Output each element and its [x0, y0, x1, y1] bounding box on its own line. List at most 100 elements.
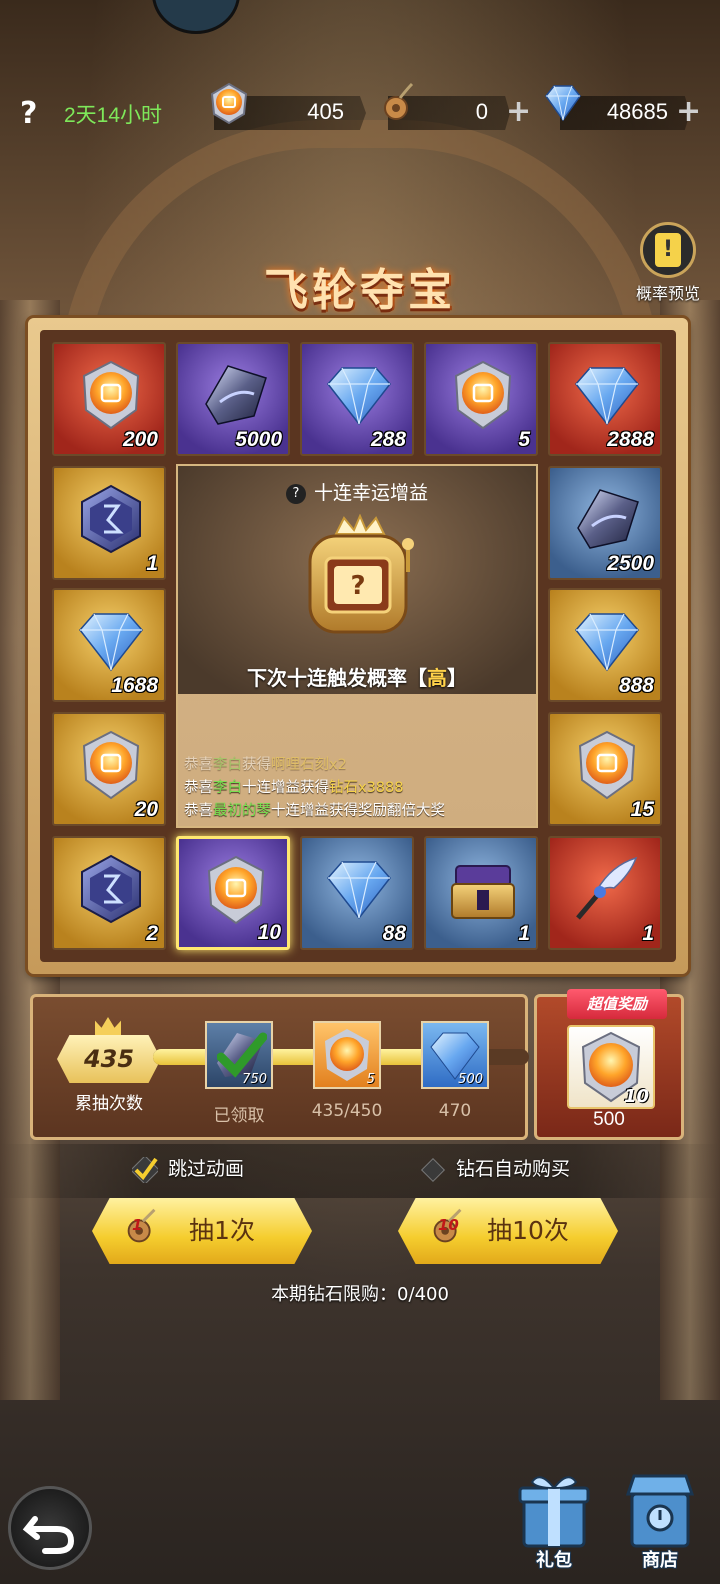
prize-cell[interactable]: 1688	[52, 588, 166, 702]
prize-cell[interactable]: 5000	[176, 342, 290, 456]
prize-count: 15	[630, 798, 654, 821]
unchecked-box-icon	[420, 1157, 446, 1182]
prize-cell[interactable]: 20	[52, 712, 166, 826]
prize-cell[interactable]: 1	[548, 836, 662, 950]
prize-count: 20	[134, 798, 158, 821]
prize-count: 1688	[111, 674, 158, 697]
page-title: 飞轮夺宝	[264, 266, 456, 315]
options-bar	[0, 1144, 720, 1198]
back-arrow-icon	[22, 1516, 75, 1554]
prize-cell[interactable]: 2500	[548, 466, 662, 580]
draw-count-badge: 435	[57, 1035, 161, 1083]
boost-title: ? 十连幸运增益	[178, 478, 536, 505]
boost-help-button[interactable]: ?	[285, 483, 306, 504]
milestone-470-label: 470	[438, 1101, 472, 1121]
prize-count: 200	[122, 428, 158, 451]
prize-count: 288	[370, 428, 406, 451]
win-feed-row: 恭喜李白十连增益获得钻石x3888	[184, 780, 404, 796]
back-button[interactable]	[8, 1486, 92, 1570]
prize-cell[interactable]: 88	[300, 836, 414, 950]
add-key-button[interactable]: +	[506, 94, 531, 129]
auto-buy-toggle[interactable]: 钻石自动购买	[420, 1154, 570, 1190]
orb-token-icon	[82, 360, 140, 430]
prize-cell[interactable]: 200	[52, 342, 166, 456]
prize-cell[interactable]: 2	[52, 836, 166, 950]
prize-cell[interactable]: 1	[424, 836, 538, 950]
shop-icon	[625, 1474, 695, 1548]
bonus-reward[interactable]: 超值奖励 10 500	[534, 989, 684, 1140]
draw-count-label: 累抽次数	[75, 1094, 143, 1114]
svg-text:?: ?	[350, 571, 365, 601]
bonus-tag: 超值奖励	[567, 989, 667, 1019]
draw-ten-button[interactable]: 10 抽10次	[398, 1198, 618, 1264]
win-feed-row: 恭喜李白获得啊哩石刻x2	[184, 757, 347, 773]
prize-cell[interactable]: 10	[176, 836, 290, 950]
diamond-icon	[327, 367, 391, 426]
orb-token-icon	[578, 730, 636, 800]
milestone-450-label: 435/450	[311, 1101, 383, 1121]
prize-cell[interactable]: 15	[548, 712, 662, 826]
bonus-value: 500	[593, 1109, 625, 1130]
draw-cost: 10	[426, 1206, 470, 1254]
gift-pack-button[interactable]: 礼包	[514, 1466, 594, 1576]
rune-stone-icon	[81, 484, 141, 554]
resource-diamond-value: 48685	[606, 99, 668, 124]
prize-cell[interactable]: 5	[424, 342, 538, 456]
prize-count: 1	[518, 922, 530, 945]
add-diamond-button[interactable]: +	[676, 94, 701, 129]
prize-count: 888	[618, 674, 654, 697]
orb-token-icon	[210, 82, 248, 125]
draw-cost: 1	[120, 1206, 164, 1254]
gift-box-icon	[518, 1476, 590, 1548]
shop-button[interactable]: 商店	[620, 1466, 700, 1576]
prize-count: 1	[642, 922, 654, 945]
diamond-icon	[545, 85, 581, 122]
orb-token-icon	[454, 360, 512, 430]
lucky-boost-panel: ? 十连幸运增益 ? 下次十连触发概率【高】 恭喜李白获得啊哩石刻x2 恭喜李白十…	[176, 464, 538, 828]
orb-token-icon	[207, 855, 265, 925]
prize-cell[interactable]: 288	[300, 342, 414, 456]
prize-count: 5	[518, 428, 530, 451]
crown-icon	[95, 1017, 121, 1035]
treasure-chest-icon	[451, 865, 515, 919]
diamond-icon	[575, 367, 639, 426]
card-icon: !	[640, 222, 696, 278]
feather-blade-icon	[576, 856, 638, 920]
milestone-470[interactable]: 500	[421, 1021, 489, 1089]
prize-count: 2	[146, 922, 158, 945]
dark-crystal-icon	[205, 365, 267, 425]
draw-once-button[interactable]: 1 抽1次	[92, 1198, 312, 1264]
win-feed: 恭喜李白获得啊哩石刻x2 恭喜李白十连增益获得钻石x3888 恭喜最初的琴十连增…	[184, 754, 534, 823]
win-feed-row: 恭喜最初的琴十连增益获得奖励翻倍大奖	[184, 803, 445, 819]
event-timer: 2天14小时	[64, 104, 163, 127]
rune-stone-icon	[81, 854, 141, 924]
dark-crystal-icon	[577, 489, 639, 549]
slot-machine-icon: ?	[308, 514, 414, 634]
avatar[interactable]	[152, 0, 240, 34]
checkmark-icon	[132, 1156, 158, 1183]
prize-count: 10	[257, 921, 281, 944]
next-rate-text: 下次十连触发概率【高】	[247, 666, 467, 690]
progress-bar-fill	[153, 1049, 447, 1065]
probability-preview-button[interactable]: ! 概率预览	[626, 222, 710, 304]
cumulative-draw-progress: 435 累抽次数 750 已领取 5 435/450 500 470	[30, 994, 529, 1140]
prize-cell[interactable]: 888	[548, 588, 662, 702]
top-resource-bar: ? 2天14小时 405 0 + 48685 +	[0, 82, 720, 138]
milestone-750-label: 已领取	[213, 1106, 265, 1126]
milestone-450[interactable]: 5	[313, 1021, 381, 1089]
probability-preview-label: 概率预览	[635, 284, 700, 303]
prize-count: 88	[382, 922, 406, 945]
skip-animation-toggle[interactable]: 跳过动画	[132, 1154, 244, 1190]
orb-token-icon	[82, 730, 140, 800]
prize-cell[interactable]: 1	[52, 466, 166, 580]
diamond-icon	[327, 861, 391, 920]
prize-count: 5000	[235, 428, 282, 451]
chain-key-icon	[384, 82, 414, 120]
bonus-item: 10	[567, 1025, 655, 1109]
prize-count: 1	[146, 552, 158, 575]
prize-count: 2500	[607, 552, 654, 575]
prize-cell[interactable]: 2888	[548, 342, 662, 456]
milestone-750[interactable]: 750	[205, 1021, 273, 1089]
resource-orb-value: 405	[307, 99, 344, 124]
help-button[interactable]: ?	[20, 96, 37, 131]
